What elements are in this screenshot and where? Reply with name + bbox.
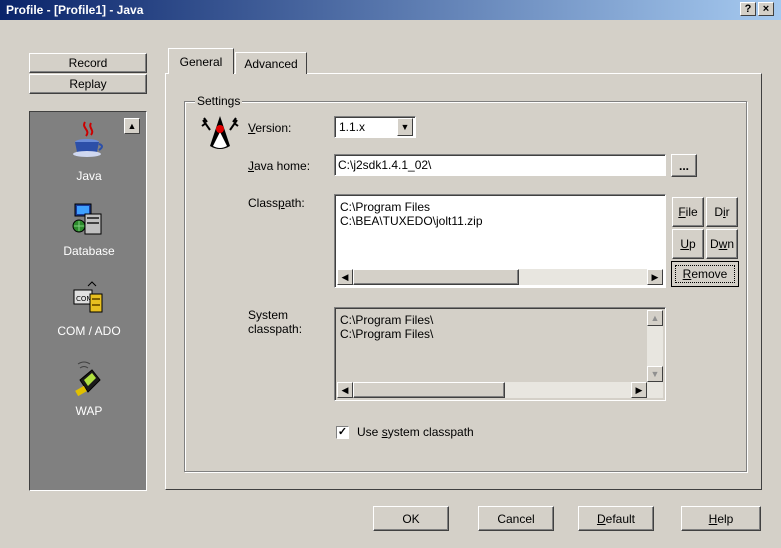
system-classpath-list: C:\Program Files\ C:\Program Files\ ▲ ▼ … [334, 307, 666, 401]
java-home-input[interactable]: C:\j2sdk1.4.1_02\ [334, 154, 666, 176]
settings-group-title: Settings [195, 94, 243, 108]
sidebar-item-label: Java [76, 169, 102, 183]
version-label: Version: [248, 121, 292, 135]
database-icon [72, 203, 102, 235]
remove-button[interactable]: Remove [671, 261, 739, 287]
down-button[interactable]: Dwn [706, 229, 738, 259]
chevron-down-icon: ▼ [400, 122, 410, 132]
scroll-right-icon: ▶ [651, 271, 659, 282]
java-duke-icon [201, 116, 239, 149]
scroll-thumb[interactable] [353, 382, 505, 398]
sidebar-item-label: Database [63, 244, 115, 258]
scroll-up-button: ▲ [647, 310, 663, 326]
system-hscrollbar[interactable]: ◀ ▶ [337, 382, 663, 398]
version-dropdown-button[interactable]: ▼ [397, 118, 413, 136]
com-ado-icon: COM [73, 281, 103, 313]
help-button[interactable]: Help [681, 506, 761, 531]
system-classpath-label: System classpath: [248, 308, 303, 336]
scroll-left-button[interactable]: ◀ [337, 382, 353, 398]
system-vscrollbar: ▲ ▼ [647, 310, 663, 382]
scroll-down-icon: ▼ [650, 369, 660, 379]
sidebar-item-com-ado[interactable]: COM COM / ADO [30, 278, 148, 344]
wap-phone-icon [75, 361, 101, 397]
help-title-button[interactable]: ? [740, 2, 756, 16]
checkmark-icon: ✓ [337, 426, 348, 438]
ok-button[interactable]: OK [373, 506, 449, 531]
classpath-list[interactable]: C:\Program Files C:\BEA\TUXEDO\jolt11.zi… [334, 194, 666, 288]
version-value: 1.1.x [339, 120, 366, 134]
version-select[interactable]: 1.1.x ▼ [334, 116, 416, 138]
scroll-down-button: ▼ [647, 366, 663, 382]
sidebar-item-java[interactable]: Java [30, 118, 148, 188]
list-item: C:\Program Files\ [340, 313, 434, 327]
record-button[interactable]: Record [29, 53, 147, 73]
up-button[interactable]: Up [672, 229, 704, 259]
tab-advanced[interactable]: Advanced [235, 52, 307, 74]
tab-label: Advanced [244, 56, 298, 71]
tab-general[interactable]: General [168, 48, 234, 74]
file-button[interactable]: File [672, 197, 704, 227]
list-item[interactable]: C:\BEA\TUXEDO\jolt11.zip [340, 214, 483, 228]
java-cup-icon [73, 121, 103, 157]
use-system-classpath-label[interactable]: Use system classpath [357, 425, 474, 439]
scroll-left-icon: ◀ [341, 271, 349, 282]
java-home-value: C:\j2sdk1.4.1_02\ [338, 158, 432, 172]
sidebar-item-label: COM / ADO [57, 324, 121, 338]
browse-java-home-button[interactable]: ... [671, 154, 697, 177]
java-home-label: Java home: [248, 159, 311, 173]
scroll-left-icon: ◀ [341, 384, 349, 395]
remove-button-focus: Remove [675, 265, 735, 283]
default-button[interactable]: Default [578, 506, 654, 531]
sidebar-panel: ▲ Java Database COM COM / ADO WAP [29, 111, 147, 491]
list-item: C:\Program Files\ [340, 327, 434, 341]
dir-button[interactable]: Dir [706, 197, 738, 227]
window-title: Profile - [Profile1] - Java [6, 3, 144, 17]
replay-button[interactable]: Replay [29, 74, 147, 94]
tab-label: General [179, 54, 223, 69]
classpath-hscrollbar[interactable]: ◀ ▶ [337, 269, 663, 285]
scroll-right-icon: ▶ [635, 384, 643, 395]
sidebar-item-label: WAP [75, 404, 103, 418]
cancel-button[interactable]: Cancel [478, 506, 554, 531]
title-bar[interactable]: Profile - [Profile1] - Java ? × [0, 0, 781, 20]
scroll-left-button[interactable]: ◀ [337, 269, 353, 285]
use-system-classpath-checkbox[interactable]: ✓ [336, 426, 349, 439]
list-item[interactable]: C:\Program Files [340, 200, 430, 214]
classpath-label: Classpath: [248, 196, 305, 210]
sidebar-item-database[interactable]: Database [30, 198, 148, 264]
scroll-right-button[interactable]: ▶ [631, 382, 647, 398]
scroll-right-button[interactable]: ▶ [647, 269, 663, 285]
sidebar-item-wap[interactable]: WAP [30, 358, 148, 424]
close-title-button[interactable]: × [758, 2, 774, 16]
scroll-up-icon: ▲ [650, 313, 660, 323]
scroll-thumb[interactable] [353, 269, 519, 285]
